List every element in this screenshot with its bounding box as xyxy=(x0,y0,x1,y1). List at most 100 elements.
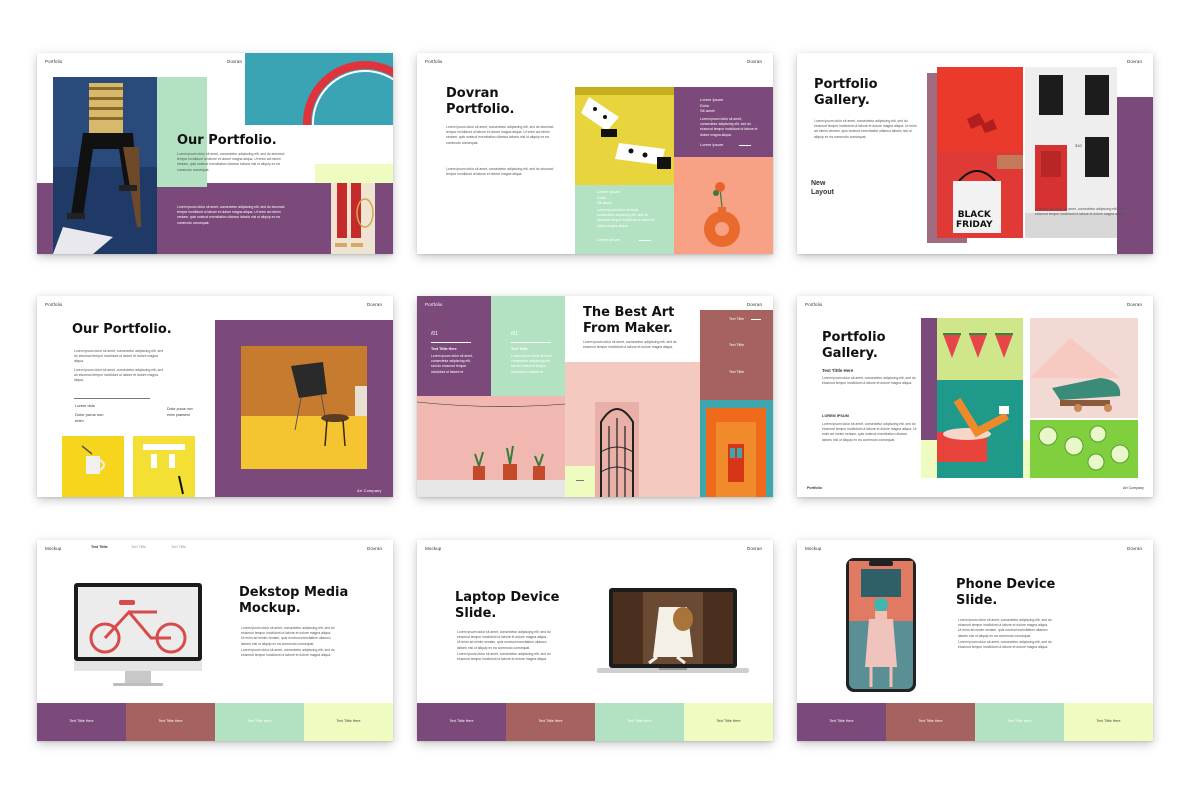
bar-label: Text Tittle Here xyxy=(158,719,183,723)
bar-rose[interactable]: Text Tittle Here xyxy=(126,703,215,741)
bar-lime[interactable]: Text Tittle Here xyxy=(304,703,393,741)
body-text: Lorem ipsum dolor sit amet, consectetur … xyxy=(583,340,677,350)
bar-mint[interactable]: Text Tittle Here xyxy=(215,703,304,741)
bar-purple[interactable]: Text Tittle Here xyxy=(37,703,126,741)
bottom-bar-row: Text Tittle Here Text Tittle Here Text T… xyxy=(37,703,393,741)
phone-mockup xyxy=(846,558,916,692)
bar-rose[interactable]: Text Tittle Here xyxy=(506,703,595,741)
subtitle: Text Tittle Here xyxy=(822,368,854,373)
body-text-2: Lorem ipsum dolor sit amet, consectetur … xyxy=(446,167,554,177)
slide-tag-right: Dovran xyxy=(747,546,763,551)
bicycle-wheel-photo xyxy=(245,53,393,125)
slide-portfolio-gallery-1[interactable]: Dovran Portfolio Gallery. Lorem ipsum do… xyxy=(797,53,1153,254)
bar-label: Text Tittle Here xyxy=(1007,719,1032,723)
mint-column xyxy=(491,296,565,396)
woman-on-chair-photo xyxy=(53,77,157,254)
lime-block xyxy=(315,164,393,183)
slide-tag-right: Dovran xyxy=(1127,302,1143,307)
column-title-2: Text Tittle xyxy=(511,347,528,351)
label-lorem-duis: Lorem duis xyxy=(75,403,95,408)
slide-title: Portfolio Gallery. xyxy=(814,77,878,108)
body-text-2: Lorem ipsum dolor sit amet, consectetur … xyxy=(74,368,163,383)
footer-left: Portfolio xyxy=(807,486,822,490)
section-text: Lorem ipsum dolor sit amet, consectetur … xyxy=(822,422,917,442)
slide-dovran-portfolio[interactable]: Portfolio Dovran Dovran Portfolio. Lorem… xyxy=(417,53,773,254)
bottom-text: Lorem ipsum dolor sit amet, consectetur … xyxy=(1035,207,1129,217)
lime-tab xyxy=(565,466,595,497)
tab-text-tittle-1[interactable]: Text Tittle xyxy=(91,545,108,549)
slide-tag-right: Dovran xyxy=(367,546,383,551)
bar-lime[interactable]: Text Tittle Here xyxy=(684,703,773,741)
slide-our-portfolio-2[interactable]: Portfolio Dovran Our Portfolio. Lorem ip… xyxy=(37,296,393,497)
mint-label: Lorem Ipsum Dolor Sit amet xyxy=(597,189,621,205)
bar-mint[interactable]: Text Tittle Here xyxy=(975,703,1064,741)
footer-right: Art Company xyxy=(1123,486,1144,490)
card-link: Lorem ipsum xyxy=(700,142,724,147)
bar-label: Text Tittle Here xyxy=(449,719,474,723)
bar-purple[interactable]: Text Tittle Here xyxy=(417,703,506,741)
bar-label: Text Tittle Here xyxy=(69,719,94,723)
laptop-mockup xyxy=(597,588,749,673)
slide-tag-left: Portfolio xyxy=(805,302,823,307)
slide-tag-left: Mockup xyxy=(45,546,62,551)
slide-laptop-device[interactable]: Mockup Dovran Laptop Device Slide. Lorem… xyxy=(417,540,773,741)
slide-tag-left: Mockup xyxy=(805,546,822,551)
body-text: Lorem ipsum dolor sit amet, consectetur … xyxy=(814,119,917,139)
slide-tag-left: Mockup xyxy=(425,546,442,551)
card-label: Lorem Ipsum Dolor Sit amet xyxy=(700,97,724,113)
watermelon-photo xyxy=(937,318,1023,380)
slide-tag-right: Dovran xyxy=(1127,546,1143,551)
body-text: Lorem ipsum dolor sit amet, consectetur … xyxy=(457,630,551,650)
bar-lime[interactable]: Text Tittle Here xyxy=(1064,703,1153,741)
bar-label: Text Tittle Here xyxy=(247,719,272,723)
rose-column xyxy=(700,310,773,400)
bottom-bar-row: Text Tittle Here Text Tittle Here Text T… xyxy=(417,703,773,741)
slide-our-portfolio-1[interactable]: Portfolio Dovran Our Portfolio. Lorem ip… xyxy=(37,53,393,254)
bar-mint[interactable]: Text Tittle Here xyxy=(595,703,684,741)
slide-title: The Best Art From Maker. xyxy=(583,305,675,336)
bar-rose[interactable]: Text Tittle Here xyxy=(886,703,975,741)
slide-tag-left: Portfolio xyxy=(425,59,443,64)
slide-tag-left: Portfolio xyxy=(425,302,443,307)
body-text-2: Lorem ipsum dolor sit amet, consectetur … xyxy=(958,640,1052,650)
bar-label: Text Tittle Here xyxy=(716,719,741,723)
body-text: Lorem ipsum dolor sit amet, consectetur … xyxy=(177,152,285,172)
slide-title: Our Portfolio. xyxy=(72,322,172,337)
slide-tag-left: Portfolio xyxy=(45,302,63,307)
slide-title: Phone Device Slide. xyxy=(956,577,1056,608)
column-number-2: /01 xyxy=(511,331,518,337)
tab-text-tittle-3[interactable]: Text Tittle xyxy=(171,545,186,549)
side-title-1: Text Tittle xyxy=(729,317,745,321)
side-title-2: Text Tittle xyxy=(729,343,745,347)
card-arrow-line xyxy=(739,145,751,146)
slide-desktop-mockup[interactable]: Mockup Text Tittle Text Tittle Text Titt… xyxy=(37,540,393,741)
mint-text: Lorem ipsum dolor sit amet, consectetur … xyxy=(597,208,655,228)
subtitle: New Layout xyxy=(811,180,834,196)
slide-title: Laptop Device Slide. xyxy=(455,590,560,621)
body-text: Lorem ipsum dolor sit amet, consectetur … xyxy=(822,376,916,386)
slide-title: Our Portfolio. xyxy=(177,133,277,148)
slide-phone-device[interactable]: Mockup Dovran Phone Device Slide. Lorem … xyxy=(797,540,1153,741)
slide-tag-right: Dovran xyxy=(367,302,383,307)
section-label: LOREM IPSUM xyxy=(822,414,849,418)
body-text: Lorem ipsum dolor sit amet, consectetur … xyxy=(446,125,554,145)
bar-label: Text Tittle Here xyxy=(627,719,652,723)
slide-title: Dovran Portfolio. xyxy=(446,86,515,117)
slide-tag-right: Dovran xyxy=(1127,59,1143,64)
mint-arrow-line xyxy=(639,240,651,241)
bar-purple[interactable]: Text Tittle Here xyxy=(797,703,886,741)
body-text: Lorem ipsum dolor sit amet, consectetur … xyxy=(241,626,335,646)
orange-legs-photo xyxy=(937,380,1023,478)
bar-label: Text Tittle Here xyxy=(829,719,854,723)
lime-tab-arrow xyxy=(576,480,584,481)
column-text-1: Lorem ipsum dolor sit amet, consectetur … xyxy=(431,354,473,374)
slide-title: Portfolio Gallery. xyxy=(822,330,886,361)
slide-best-art[interactable]: Portfolio /01 Text Tittle Here Lorem ips… xyxy=(417,296,773,497)
slide-title: Dekstop Media Mockup. xyxy=(239,585,349,616)
column-rule-1 xyxy=(431,342,471,343)
chair-table-photo xyxy=(241,346,367,469)
column-number-1: /01 xyxy=(431,331,438,337)
tab-text-tittle-2[interactable]: Text Tittle xyxy=(131,545,146,549)
body-text: Lorem ipsum dolor sit amet, consectetur … xyxy=(958,618,1052,638)
slide-portfolio-gallery-2[interactable]: Portfolio Dovran Portfolio Gallery. Text… xyxy=(797,296,1153,497)
